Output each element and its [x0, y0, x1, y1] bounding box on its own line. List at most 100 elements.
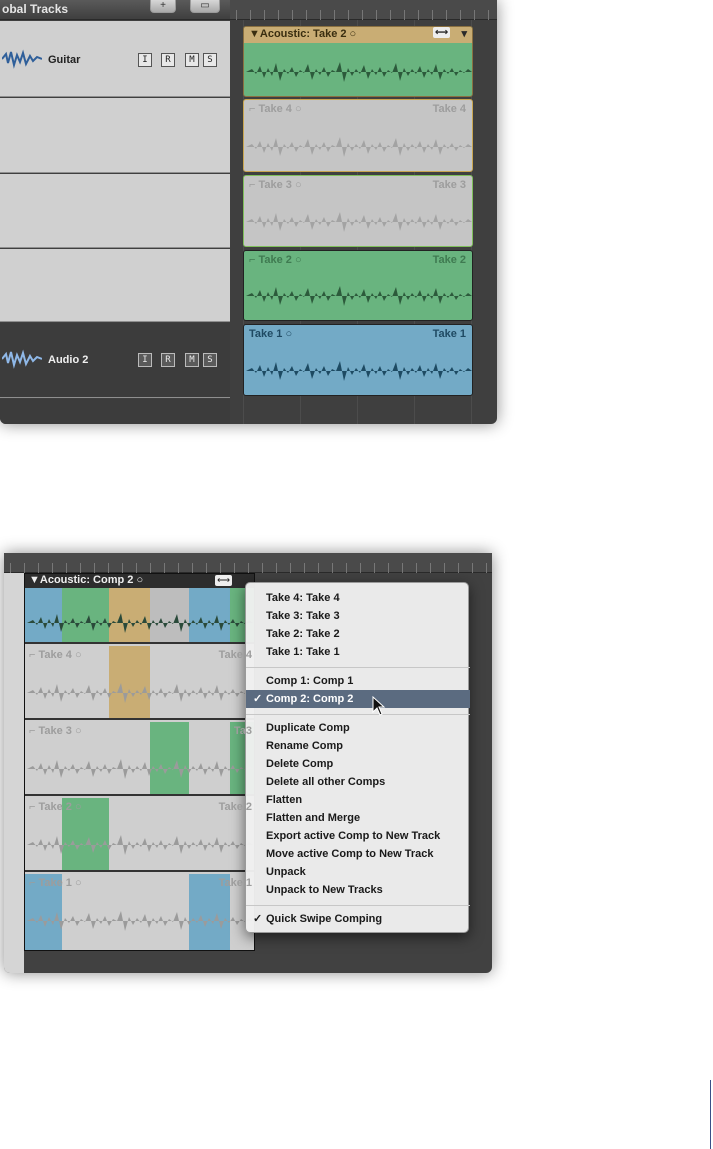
ruler-tick: [262, 563, 263, 573]
solo-button[interactable]: S: [203, 353, 217, 367]
mute-button[interactable]: M: [185, 53, 199, 67]
take-folder-header: ▼Acoustic: Comp 2 ○ ⟷: [25, 574, 254, 588]
take-label: Take 3: [432, 179, 466, 191]
record-enable-button[interactable]: R: [161, 353, 175, 367]
comp-mode-icon[interactable]: ⟷: [215, 575, 232, 586]
menu-item-delete-other-comps[interactable]: Delete all other Comps: [246, 773, 470, 791]
menu-item-flatten[interactable]: Flatten: [246, 791, 470, 809]
menu-item-move-comp[interactable]: Move active Comp to New Track: [246, 845, 470, 863]
ruler-tick: [276, 563, 277, 573]
mute-button[interactable]: M: [185, 353, 199, 367]
ruler-tick: [122, 563, 123, 573]
take-folder-region[interactable]: ▼Acoustic: Take 2 ○ ⟷ ▾: [243, 26, 473, 97]
take-label: Take 4: [432, 103, 466, 115]
ruler-tick: [80, 563, 81, 573]
ruler-tick: [488, 10, 489, 20]
take-folder-region[interactable]: ▼Acoustic: Comp 2 ○ ⟷ ⌐ Take 4 ○ Take 4 …: [24, 573, 255, 951]
menu-item-comp-2[interactable]: ✓ Comp 2: Comp 2: [246, 690, 470, 708]
region-name: ⌐ Take 2 ○: [249, 254, 302, 266]
track-header-guitar[interactable]: Guitar I R M S: [0, 21, 230, 97]
add-track-button[interactable]: +: [150, 0, 176, 13]
menu-item-export-comp[interactable]: Export active Comp to New Track: [246, 827, 470, 845]
comp-name: ▼Acoustic: Comp 2 ○: [29, 574, 144, 586]
ruler-tick: [360, 563, 361, 573]
take-3-region[interactable]: ⌐ Take 3 ○ Take 3: [243, 175, 473, 247]
ruler-tick: [404, 10, 405, 20]
take-label: Take 1: [432, 328, 466, 340]
comp-mode-icon[interactable]: ⟷: [433, 27, 450, 38]
mouse-pointer-icon: [372, 696, 386, 716]
take-4-region[interactable]: ⌐ Take 4 ○ Take 4: [243, 99, 473, 172]
input-monitor-button[interactable]: I: [138, 353, 152, 367]
waveform-icon: [2, 349, 42, 369]
take-1-region[interactable]: Take 1 ○ Take 1: [243, 324, 473, 396]
take-lane-header: [0, 98, 230, 173]
page-margin-marker: [710, 1080, 711, 1149]
region-name: ▼Acoustic: Take 2 ○: [249, 28, 357, 40]
track-header-strip: [4, 573, 24, 973]
menu-item-flatten-merge[interactable]: Flatten and Merge: [246, 809, 470, 827]
checkmark-icon: ✓: [253, 693, 263, 705]
menu-item-take-1[interactable]: Take 1: Take 1: [246, 643, 470, 661]
record-enable-button[interactable]: R: [161, 53, 175, 67]
region-name: ⌐ Take 2 ○: [29, 801, 82, 813]
take-label: Take 2: [432, 254, 466, 266]
track-view-button[interactable]: ▭: [190, 0, 220, 13]
ruler-tick: [236, 10, 237, 20]
ruler-tick: [250, 10, 251, 20]
track-name[interactable]: Guitar: [48, 54, 80, 66]
comp-lane: [25, 588, 254, 644]
solo-button[interactable]: S: [203, 53, 217, 67]
take-4-lane[interactable]: ⌐ Take 4 ○ Take 4: [25, 646, 254, 720]
menu-item-take-2[interactable]: Take 2: Take 2: [246, 625, 470, 643]
take-lane-header: [0, 249, 230, 322]
waveform: [27, 683, 253, 703]
waveform-icon: [2, 49, 42, 69]
ruler-tick: [136, 563, 137, 573]
region-name: ⌐ Take 4 ○: [29, 649, 82, 661]
timeline-ruler[interactable]: [4, 553, 492, 573]
menu-item-quick-swipe-comping[interactable]: ✓ Quick Swipe Comping: [246, 910, 470, 928]
menu-item-label: Quick Swipe Comping: [266, 913, 383, 925]
timeline-ruler[interactable]: [230, 0, 497, 20]
take-folder-menu-icon[interactable]: ▾: [461, 27, 467, 40]
ruler-tick: [416, 563, 417, 573]
take-3-lane[interactable]: ⌐ Take 3 ○ Ta3: [25, 722, 254, 796]
ruler-tick: [304, 563, 305, 573]
ruler-tick: [206, 563, 207, 573]
take-label: Ta3: [233, 725, 252, 737]
ruler-tick: [52, 563, 53, 573]
ruler-tick: [430, 563, 431, 573]
waveform: [27, 759, 253, 779]
ruler-tick: [108, 563, 109, 573]
menu-item-unpack-new-tracks[interactable]: Unpack to New Tracks: [246, 881, 470, 899]
menu-item-rename-comp[interactable]: Rename Comp: [246, 737, 470, 755]
menu-item-take-4[interactable]: Take 4: Take 4: [246, 589, 470, 607]
waveform: [246, 62, 472, 82]
menu-item-label: Comp 2: Comp 2: [266, 693, 354, 705]
ruler-tick: [390, 10, 391, 20]
ruler-tick: [418, 10, 419, 20]
track-header-audio-2[interactable]: Audio 2 I R M S: [0, 323, 230, 398]
input-monitor-button[interactable]: I: [138, 53, 152, 67]
empty-track-area: [0, 399, 230, 424]
ruler-tick: [264, 10, 265, 20]
ruler-tick: [376, 10, 377, 20]
take-1-lane[interactable]: ⌐ Take 1 ○ Take 1: [25, 874, 254, 950]
region-name: Take 1 ○: [249, 328, 293, 340]
menu-item-comp-1[interactable]: Comp 1: Comp 1: [246, 672, 470, 690]
take-2-region[interactable]: ⌐ Take 2 ○ Take 2: [243, 250, 473, 321]
track-name[interactable]: Audio 2: [48, 354, 88, 366]
ruler-tick: [486, 563, 487, 573]
region-name: ⌐ Take 3 ○: [29, 725, 82, 737]
ruler-tick: [458, 563, 459, 573]
menu-item-unpack[interactable]: Unpack: [246, 863, 470, 881]
menu-item-duplicate-comp[interactable]: Duplicate Comp: [246, 719, 470, 737]
take-folder-context-menu[interactable]: Take 4: Take 4 Take 3: Take 3 Take 2: Ta…: [245, 582, 470, 933]
menu-item-delete-comp[interactable]: Delete Comp: [246, 755, 470, 773]
ruler-tick: [318, 563, 319, 573]
ruler-tick: [234, 563, 235, 573]
ruler-tick: [334, 10, 335, 20]
take-2-lane[interactable]: ⌐ Take 2 ○ Take 2: [25, 798, 254, 872]
menu-item-take-3[interactable]: Take 3: Take 3: [246, 607, 470, 625]
